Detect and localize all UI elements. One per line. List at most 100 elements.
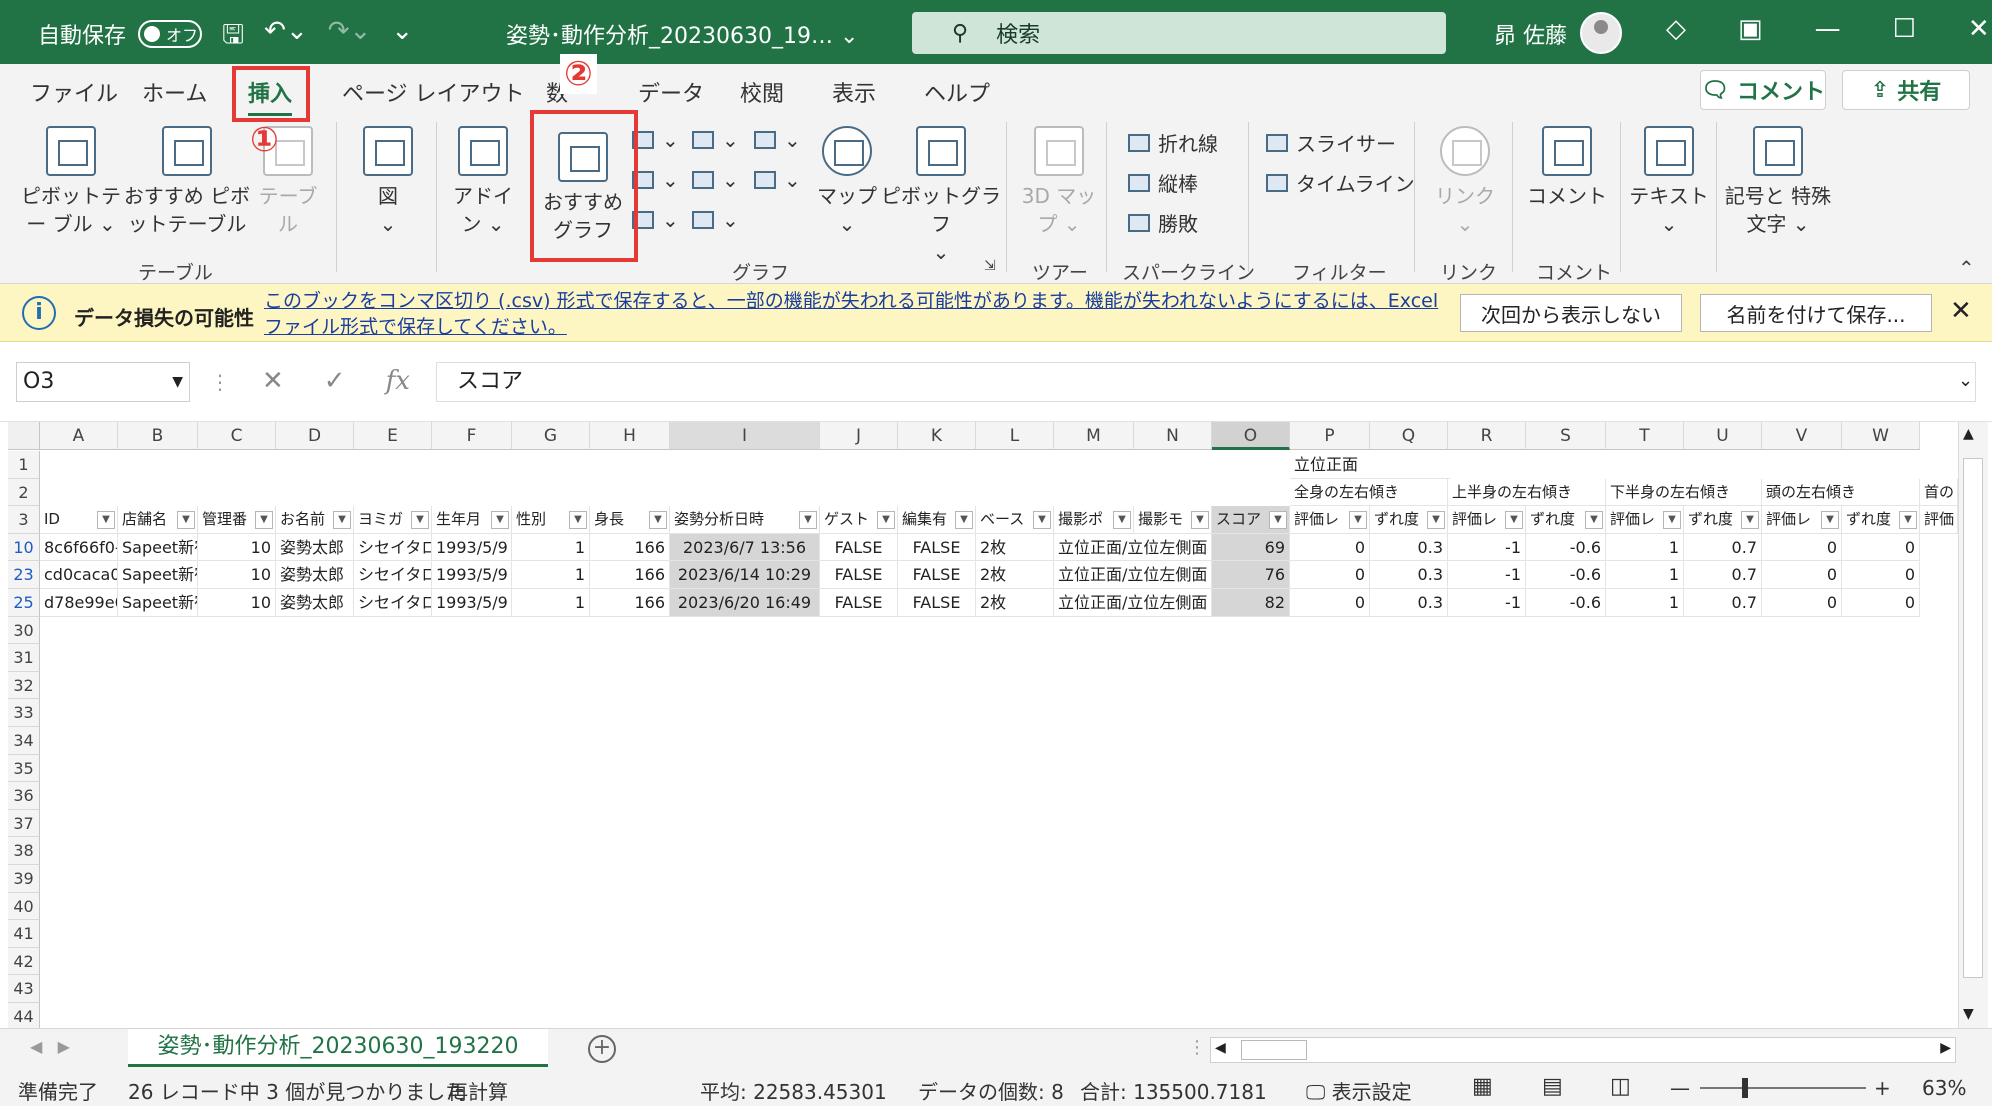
tab-file[interactable]: ファイル bbox=[30, 76, 118, 108]
table-cell[interactable]: 2枚 bbox=[976, 533, 1054, 562]
table-cell[interactable]: FALSE bbox=[820, 561, 898, 589]
cell-P2[interactable]: 全身の左右傾き bbox=[1290, 478, 1448, 507]
filter-dropdown-icon[interactable]: ▼ bbox=[491, 511, 509, 530]
filter-dropdown-icon[interactable]: ▼ bbox=[1821, 511, 1839, 530]
illustrations-button[interactable]: 図 ⌄ bbox=[356, 126, 420, 238]
chart-dialog-launcher[interactable]: ⇲ bbox=[984, 258, 996, 274]
select-all-corner[interactable] bbox=[8, 422, 40, 450]
scroll-thumb[interactable] bbox=[1241, 1040, 1307, 1060]
table-cell[interactable]: 0 bbox=[1762, 533, 1842, 562]
file-title[interactable]: 姿勢･動作分析_20230630_19… ⌄ bbox=[506, 18, 858, 50]
autosave[interactable]: 自動保存 オフ bbox=[38, 18, 203, 50]
search-box[interactable]: ⚲ 検索 bbox=[912, 12, 1446, 54]
table-cell[interactable]: -0.6 bbox=[1526, 533, 1606, 562]
map-chart-button[interactable]: マップ ⌄ bbox=[812, 126, 882, 238]
chart-combo-button[interactable]: ⌄ bbox=[754, 168, 801, 192]
normal-view-icon[interactable]: ▦ bbox=[1472, 1074, 1493, 1099]
cell-X2[interactable]: 首の bbox=[1920, 478, 1958, 507]
pivot-table-button[interactable]: ピボットテー ブル ⌄ bbox=[16, 126, 126, 238]
column-header-Q[interactable]: Q bbox=[1370, 422, 1448, 450]
table-cell[interactable]: FALSE bbox=[820, 589, 898, 617]
table-cell[interactable]: 1 bbox=[1606, 561, 1684, 589]
row-header[interactable]: 32 bbox=[8, 671, 40, 700]
split-handle-icon[interactable]: ⋮ bbox=[1188, 1037, 1206, 1058]
user-name[interactable]: 昴 佐藤 bbox=[1494, 18, 1567, 50]
close-icon[interactable]: ✕ bbox=[1950, 296, 1972, 326]
sparkline-column-button[interactable]: 縦棒 bbox=[1128, 168, 1198, 197]
column-header-T[interactable]: T bbox=[1606, 422, 1684, 450]
sparkline-line-button[interactable]: 折れ線 bbox=[1128, 128, 1218, 157]
row-header[interactable]: 25 bbox=[8, 589, 40, 617]
tab-page-layout[interactable]: ページ レイアウト bbox=[342, 76, 525, 108]
display-settings[interactable]: 🖵 表示設定 bbox=[1306, 1076, 1412, 1105]
table-cell[interactable]: 1 bbox=[512, 533, 590, 562]
column-header-F[interactable]: F bbox=[432, 422, 512, 450]
warning-message[interactable]: このブックをコンマ区切り (.csv) 形式で保存すると、一部の機能が失われる可… bbox=[264, 288, 1444, 340]
comment-button[interactable]: 🗨 コメント bbox=[1700, 70, 1826, 110]
text-button[interactable]: テキスト ⌄ bbox=[1626, 126, 1712, 238]
chart-waterfall-button[interactable]: ⌄ bbox=[754, 128, 801, 152]
table-cell[interactable]: Sapeet新宿 bbox=[118, 561, 198, 589]
add-sheet-button[interactable]: + bbox=[588, 1035, 616, 1063]
column-header-S[interactable]: S bbox=[1526, 422, 1606, 450]
filter-active-icon[interactable]: ▼ bbox=[255, 511, 273, 530]
row-header[interactable]: 41 bbox=[8, 920, 40, 948]
table-cell[interactable]: -1 bbox=[1448, 533, 1526, 562]
addins-button[interactable]: アドイ ン ⌄ bbox=[450, 126, 516, 238]
chart-line-button[interactable]: ⌄ bbox=[632, 168, 679, 192]
table-cell[interactable]: 0.3 bbox=[1370, 533, 1448, 562]
table-cell[interactable]: 2枚 bbox=[976, 561, 1054, 589]
pivot-chart-button[interactable]: ピボットグラフ ⌄ bbox=[880, 126, 1002, 266]
table-cell[interactable]: 10 bbox=[198, 533, 276, 562]
link-button[interactable]: リンク ⌄ bbox=[1428, 126, 1502, 238]
table-cell[interactable]: シセイタロ bbox=[354, 589, 432, 617]
table-cell[interactable]: 姿勢太郎 bbox=[276, 589, 354, 617]
column-header-K[interactable]: K bbox=[898, 422, 976, 450]
scroll-thumb[interactable] bbox=[1963, 458, 1983, 978]
table-cell[interactable]: 166 bbox=[590, 589, 670, 617]
symbols-button[interactable]: 記号と 特殊文字 ⌄ bbox=[1718, 126, 1838, 238]
filter-dropdown-icon[interactable]: ▼ bbox=[97, 511, 115, 530]
page-break-view-icon[interactable]: ◫ bbox=[1610, 1074, 1631, 1099]
autosave-toggle[interactable]: オフ bbox=[138, 20, 203, 48]
redo-icon[interactable]: ↷⌄ bbox=[328, 16, 372, 60]
table-cell[interactable]: シセイタロ bbox=[354, 561, 432, 589]
save-icon[interactable]: 🖫 bbox=[222, 16, 244, 60]
table-cell[interactable]: 2023/6/7 13:56 bbox=[670, 533, 820, 562]
table-cell[interactable]: -1 bbox=[1448, 589, 1526, 617]
column-header-E[interactable]: E bbox=[354, 422, 432, 450]
filter-dropdown-icon[interactable]: ▼ bbox=[1585, 511, 1603, 530]
table-cell[interactable]: 2023/6/20 16:49 bbox=[670, 589, 820, 617]
table-cell[interactable]: FALSE bbox=[898, 589, 976, 617]
tab-home[interactable]: ホーム bbox=[142, 76, 207, 108]
table-cell[interactable]: 166 bbox=[590, 561, 670, 589]
row-header[interactable]: 36 bbox=[8, 782, 40, 810]
table-header-cell[interactable]: 姿勢分析日時 bbox=[670, 506, 820, 534]
column-header-B[interactable]: B bbox=[118, 422, 198, 450]
minimize-icon[interactable]: — bbox=[1815, 14, 1841, 44]
table-cell[interactable]: 立位正面/立位左側面 bbox=[1054, 589, 1212, 617]
table-cell[interactable]: 10 bbox=[198, 561, 276, 589]
row-header[interactable]: 1 bbox=[8, 451, 40, 479]
sheet-nav-icons[interactable]: ◀ ▶ bbox=[30, 1037, 70, 1056]
column-header-C[interactable]: C bbox=[198, 422, 276, 450]
filter-dropdown-icon[interactable]: ▼ bbox=[1269, 511, 1287, 530]
column-header-N[interactable]: N bbox=[1134, 422, 1212, 450]
zoom-level[interactable]: 63% bbox=[1922, 1076, 1966, 1100]
zoom-slider[interactable] bbox=[1700, 1087, 1866, 1089]
name-box[interactable]: O3 ▼ bbox=[16, 362, 190, 402]
table-cell[interactable]: 0 bbox=[1762, 589, 1842, 617]
table-cell[interactable]: 10 bbox=[198, 589, 276, 617]
filter-dropdown-icon[interactable]: ▼ bbox=[1899, 511, 1917, 530]
filter-dropdown-icon[interactable]: ▼ bbox=[1033, 511, 1051, 530]
row-header[interactable]: 34 bbox=[8, 727, 40, 755]
drag-handle-icon[interactable]: ⋮ bbox=[210, 370, 230, 394]
column-header-O[interactable]: O bbox=[1212, 422, 1290, 450]
chart-hierarchy-button[interactable]: ⌄ bbox=[692, 128, 739, 152]
vertical-scrollbar[interactable]: ▲ ▼ bbox=[1958, 422, 1988, 1028]
column-header-H[interactable]: H bbox=[590, 422, 670, 450]
filter-dropdown-icon[interactable]: ▼ bbox=[177, 511, 195, 530]
table-cell[interactable]: 0 bbox=[1842, 589, 1920, 617]
zoom-slider-thumb[interactable] bbox=[1742, 1078, 1748, 1098]
table-cell[interactable]: 1 bbox=[1606, 589, 1684, 617]
